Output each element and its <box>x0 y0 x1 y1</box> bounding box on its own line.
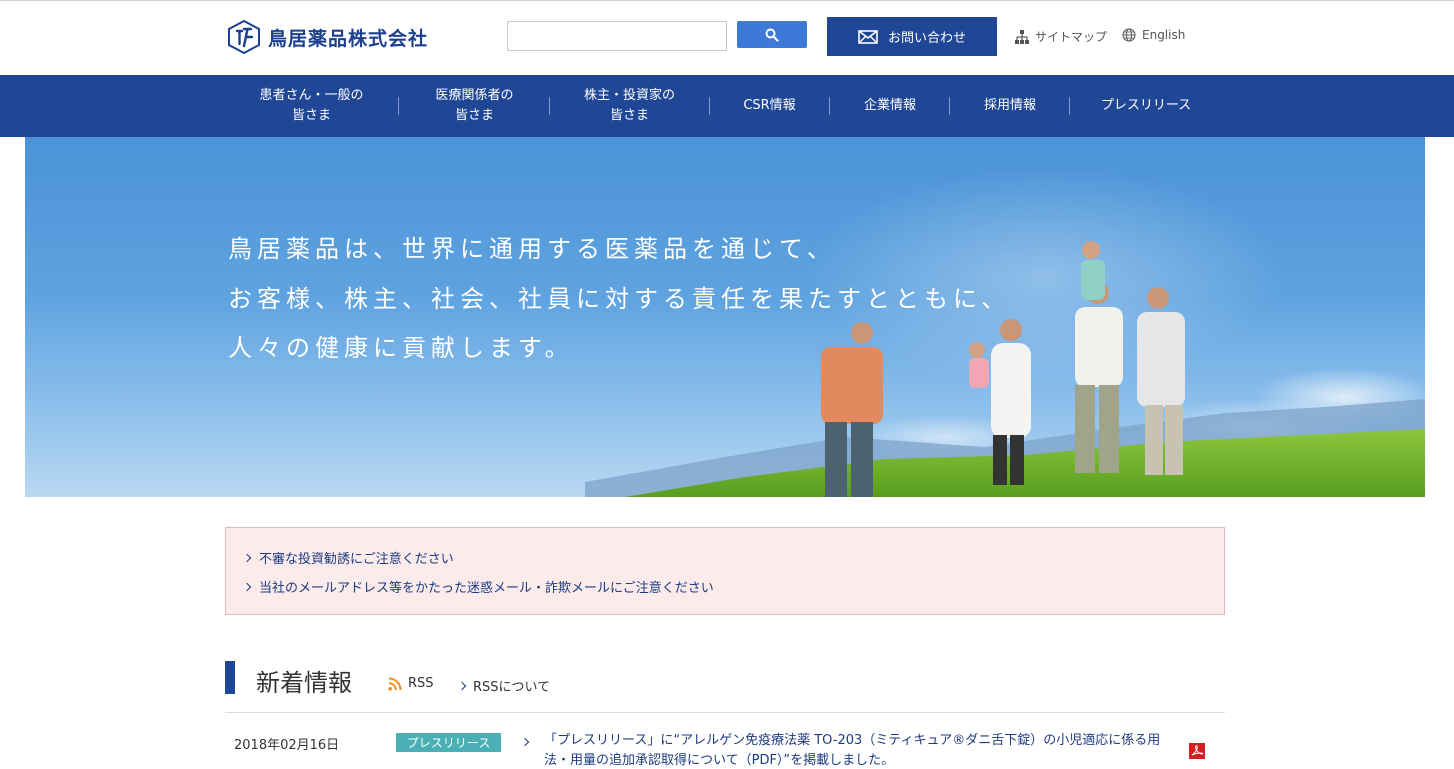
company-logo[interactable]: 鳥居薬品株式会社 <box>228 20 428 54</box>
nav-label: 企業情報 <box>863 98 916 113</box>
search-button[interactable] <box>737 21 807 48</box>
notice-link-label: 不審な投資勧誘にご注意ください <box>259 552 454 567</box>
nav-label-line1: 患者さん・一般の <box>259 88 364 103</box>
nav-divider <box>709 97 710 115</box>
nav-label-line2: 皆さま <box>454 108 494 123</box>
pdf-icon[interactable] <box>1189 743 1205 759</box>
chevron-right-icon <box>242 582 252 591</box>
nav-item-patients[interactable]: 患者さん・一般の 皆さま <box>235 75 388 137</box>
sitemap-icon <box>1015 29 1029 44</box>
search-input[interactable] <box>507 21 727 51</box>
hero-message-line: 人々の健康に貢献します。 <box>228 334 574 362</box>
rss-about-link[interactable]: RSSについて <box>457 676 551 695</box>
logo-mark-icon <box>228 20 260 54</box>
nav-item-investors[interactable]: 株主・投資家の 皆さま <box>552 75 707 137</box>
nav-divider <box>1069 97 1070 115</box>
mail-icon <box>858 29 878 44</box>
notice-link[interactable]: 当社のメールアドレス等をかたった迷惑メール・詐欺メールにご注意ください <box>242 577 714 596</box>
notice-link[interactable]: 不審な投資勧誘にご注意ください <box>242 548 454 567</box>
nav-label-line2: 皆さま <box>291 108 331 123</box>
hero-message-line: お客様、株主、社会、社員に対する責任を果たすとともに、 <box>228 285 1011 313</box>
chevron-right-icon <box>242 553 252 562</box>
news-category-badge: プレスリリース <box>396 733 501 752</box>
nav-label-line1: 医療関係者の <box>435 88 514 103</box>
nav-divider <box>949 97 950 115</box>
rss-about-label: RSSについて <box>473 680 551 695</box>
chevron-right-icon <box>457 681 467 690</box>
english-label: English <box>1142 28 1186 42</box>
news-item-link[interactable]: 「プレスリリース」に“アレルゲン免疫療法薬 TO-203（ミティキュア®ダニ舌下… <box>544 731 1164 769</box>
nav-label: 採用情報 <box>983 98 1036 113</box>
chevron-right-icon <box>520 737 530 747</box>
contact-label: お問い合わせ <box>887 31 966 46</box>
rss-icon <box>388 677 402 691</box>
nav-item-recruit[interactable]: 採用情報 <box>952 75 1068 137</box>
news-date: 2018年02月16日 <box>234 738 340 753</box>
hero-message-line: 鳥居薬品は、世界に通用する医薬品を通じて、 <box>228 235 836 263</box>
company-name: 鳥居薬品株式会社 <box>268 27 429 50</box>
nav-item-csr[interactable]: CSR情報 <box>712 75 827 137</box>
english-link[interactable]: English <box>1122 28 1185 42</box>
nav-item-press[interactable]: プレスリリース <box>1072 75 1220 137</box>
nav-divider <box>549 97 550 115</box>
rss-link[interactable]: RSS <box>388 676 434 691</box>
globe-icon <box>1122 28 1136 42</box>
alert-notice-box: 不審な投資勧誘にご注意ください 当社のメールアドレス等をかたった迷惑メール・詐欺… <box>225 527 1225 615</box>
nav-divider <box>829 97 830 115</box>
notice-link-label: 当社のメールアドレス等をかたった迷惑メール・詐欺メールにご注意ください <box>259 581 714 596</box>
nav-label: CSR情報 <box>743 98 796 113</box>
nav-label-line2: 皆さま <box>609 108 649 123</box>
nav-label: プレスリリース <box>1100 98 1192 113</box>
nav-item-company[interactable]: 企業情報 <box>832 75 948 137</box>
divider <box>225 712 1225 713</box>
sitemap-link[interactable]: サイトマップ <box>1015 28 1107 45</box>
hero-illustration <box>585 167 1425 497</box>
nav-divider <box>398 97 399 115</box>
nav-item-medical[interactable]: 医療関係者の 皆さま <box>402 75 547 137</box>
news-section-title: 新着情報 <box>256 669 352 697</box>
rss-label: RSS <box>408 676 434 691</box>
global-nav: 患者さん・一般の 皆さま 医療関係者の 皆さま 株主・投資家の 皆さま CSR情報 企… <box>0 75 1454 137</box>
nav-label-line1: 株主・投資家の <box>583 88 675 103</box>
sitemap-label: サイトマップ <box>1035 30 1108 44</box>
contact-button[interactable]: お問い合わせ <box>827 17 997 56</box>
section-accent-bar <box>225 661 235 694</box>
hero-banner: 鳥居薬品は、世界に通用する医薬品を通じて、 お客様、株主、社会、社員に対する責任… <box>25 137 1425 497</box>
search-icon <box>765 28 779 42</box>
site-header: 鳥居薬品株式会社 お問い合わせ サイトマップ English <box>0 1 1454 75</box>
